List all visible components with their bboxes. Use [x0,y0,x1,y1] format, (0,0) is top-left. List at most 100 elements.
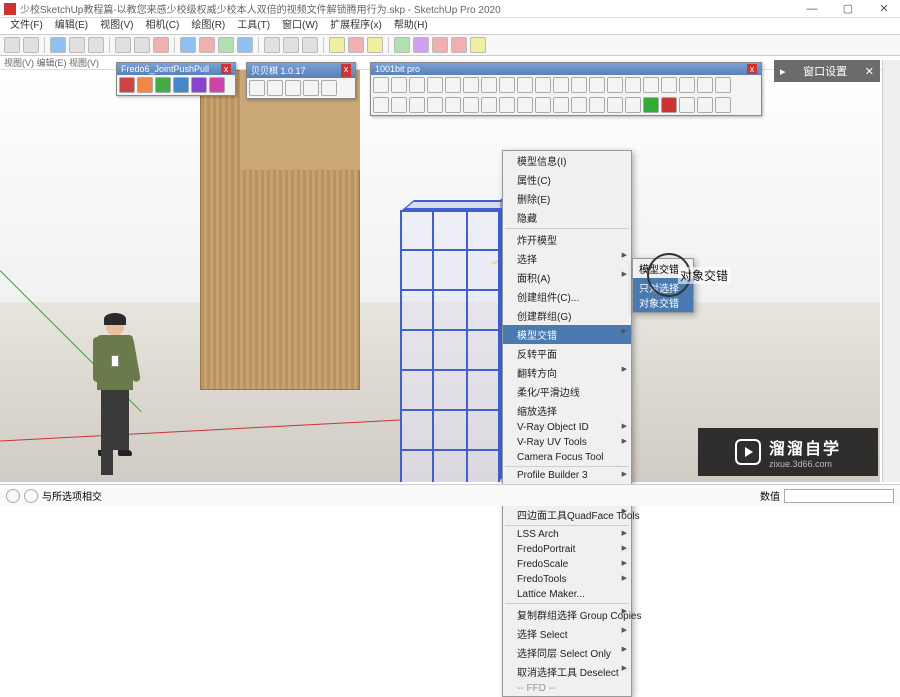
tool-icon[interactable] [153,37,169,53]
menu-view[interactable]: 视图(V) [94,18,139,34]
context-menu-item[interactable]: 创建组件(C)... [503,287,631,306]
plugin-icon[interactable] [445,97,461,113]
plugin-icon[interactable] [191,77,207,93]
plugin-icon[interactable] [697,97,713,113]
context-menu-item[interactable]: 属性(C) [503,170,631,189]
context-menu-item[interactable]: FredoScale [503,557,631,572]
tool-icon[interactable] [283,37,299,53]
minimize-button[interactable]: — [800,1,824,17]
context-menu-item[interactable]: 四边面工具QuadFace Tools [503,505,631,524]
status-icon[interactable] [24,489,38,503]
plugin-icon[interactable] [373,97,389,113]
tool-icon[interactable] [50,37,66,53]
context-menu-item[interactable]: Lattice Maker... [503,587,631,602]
chevron-right-icon[interactable]: ▸ [780,65,786,78]
plugin-icon[interactable] [481,77,497,93]
context-menu-item[interactable]: 缩放选择 [503,401,631,420]
plugin-icon[interactable] [517,97,533,113]
plugin-icon[interactable] [499,97,515,113]
close-icon[interactable]: x [221,64,231,74]
plugin-icon[interactable] [267,80,283,96]
context-menu-item[interactable]: 隐藏 [503,208,631,227]
context-menu-item[interactable]: Profile Builder 3 [503,468,631,483]
plugin-icon[interactable] [697,77,713,93]
plugin-icon[interactable] [643,97,659,113]
context-menu-item[interactable]: V-Ray UV Tools [503,435,631,450]
tool-icon[interactable] [199,37,215,53]
plugin-icon[interactable] [391,97,407,113]
tool-icon[interactable] [88,37,104,53]
menu-draw[interactable]: 绘图(R) [185,18,231,34]
tool-icon[interactable] [329,37,345,53]
tool-icon[interactable] [264,37,280,53]
plugin-icon[interactable] [535,97,551,113]
context-menu-item[interactable]: 模型交错 [503,325,631,344]
context-menu-item[interactable]: FredoPortrait [503,542,631,557]
context-menu-item[interactable]: 复制群组选择 Group Copies [503,605,631,624]
context-menu-item[interactable]: 选择同层 Select Only [503,643,631,662]
plugin-icon[interactable] [481,97,497,113]
plugin-icon[interactable] [427,77,443,93]
right-tray-strip[interactable] [882,60,900,482]
tool-icon[interactable] [180,37,196,53]
plugin-icon[interactable] [173,77,189,93]
context-menu-item[interactable]: 选择 Select [503,624,631,643]
plugin-icon[interactable] [285,80,301,96]
plugin-icon[interactable] [137,77,153,93]
context-menu-item[interactable]: 选择 [503,249,631,268]
plugin-icon[interactable] [715,77,731,93]
menu-window[interactable]: 窗口(W) [276,18,324,34]
plugin-icon[interactable] [553,97,569,113]
tool-icon[interactable] [302,37,318,53]
menu-file[interactable]: 文件(F) [4,18,49,34]
plugin-icon[interactable] [661,97,677,113]
plugin-icon[interactable] [463,97,479,113]
plugin-icon[interactable] [249,80,265,96]
context-menu-item[interactable]: FredoTools [503,572,631,587]
context-menu-item[interactable]: 翻转方向 [503,363,631,382]
tool-icon[interactable] [115,37,131,53]
plugin-icon[interactable] [553,77,569,93]
viewport-3d[interactable] [0,70,880,482]
tool-icon[interactable] [470,37,486,53]
context-menu-item[interactable]: 面积(A) [503,268,631,287]
plugin-icon[interactable] [427,97,443,113]
plugin-icon[interactable] [571,97,587,113]
context-menu-item[interactable]: V-Ray Object ID [503,420,631,435]
plugin-icon[interactable] [661,77,677,93]
plugin-icon[interactable] [409,97,425,113]
context-menu-item[interactable]: 创建群组(G) [503,306,631,325]
context-menu-item[interactable]: 柔化/平滑边线 [503,382,631,401]
plugin-icon[interactable] [607,97,623,113]
plugin-icon[interactable] [321,80,337,96]
close-icon[interactable]: x [747,64,757,74]
context-menu-item[interactable]: 取消选择工具 Deselect [503,662,631,681]
plugin-icon[interactable] [589,97,605,113]
tool-icon[interactable] [218,37,234,53]
plugin-icon[interactable] [119,77,135,93]
tool-icon[interactable] [432,37,448,53]
tool-icon[interactable] [348,37,364,53]
plugin-icon[interactable] [517,77,533,93]
menu-tools[interactable]: 工具(T) [231,18,276,34]
plugin-icon[interactable] [625,77,641,93]
plugin-icon[interactable] [607,77,623,93]
menu-camera[interactable]: 相机(C) [139,18,185,34]
context-menu-item[interactable]: LSS Arch [503,527,631,542]
selected-shelf-model[interactable] [400,210,510,482]
panel-jointpushpull[interactable]: Fredo6_JointPushPullx [116,62,236,96]
plugin-icon[interactable] [571,77,587,93]
tool-icon[interactable] [134,37,150,53]
plugin-icon[interactable] [679,97,695,113]
maximize-button[interactable]: ▢ [836,1,860,17]
plugin-icon[interactable] [589,77,605,93]
tool-icon[interactable] [23,37,39,53]
plugin-icon[interactable] [303,80,319,96]
plugin-icon[interactable] [625,97,641,113]
context-menu-item[interactable]: Camera Focus Tool [503,450,631,465]
status-icon[interactable] [6,489,20,503]
close-icon[interactable]: ✕ [865,65,874,78]
close-icon[interactable]: x [341,64,351,77]
context-menu-item[interactable]: 炸开模型 [503,230,631,249]
plugin-icon[interactable] [209,77,225,93]
